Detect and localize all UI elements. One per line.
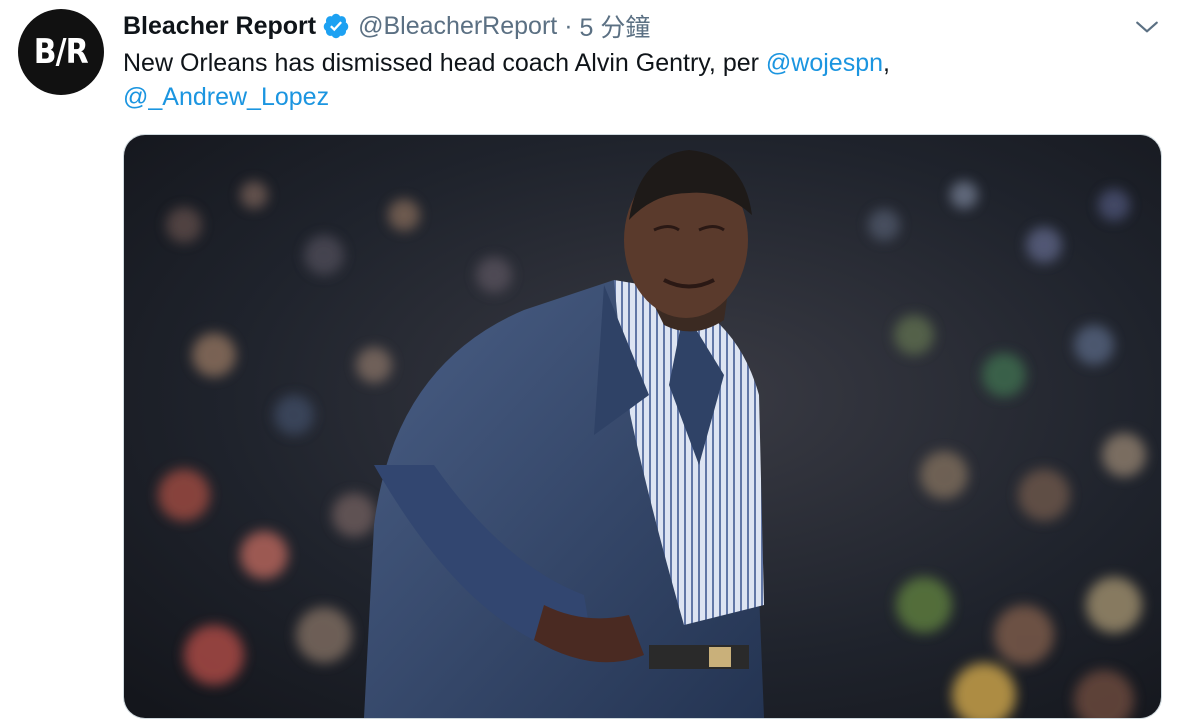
meta-separator: ·: [564, 11, 573, 40]
mention-link-wojespn[interactable]: @wojespn: [766, 49, 883, 77]
tweet-text-comma: ,: [883, 49, 890, 77]
chevron-down-icon[interactable]: [1134, 14, 1160, 40]
tweet-photo[interactable]: [123, 134, 1162, 719]
avatar[interactable]: B/R: [18, 9, 104, 95]
tweet-header: Bleacher Report @BleacherReport · 5 分鐘: [123, 8, 650, 44]
author-display-name[interactable]: Bleacher Report: [123, 12, 316, 41]
mention-link-andrew-lopez[interactable]: @_Andrew_Lopez: [123, 83, 329, 111]
verified-badge-icon: [323, 13, 349, 39]
tweet-text-body: New Orleans has dismissed head coach Alv…: [123, 49, 766, 77]
tweet-timestamp[interactable]: 5 分鐘: [580, 8, 651, 44]
tweet-text: New Orleans has dismissed head coach Alv…: [123, 46, 1143, 114]
tweet: B/R Bleacher Report @BleacherReport · 5 …: [0, 0, 1182, 725]
photo-coach-on-court: [124, 135, 1161, 718]
avatar-logo-text: B/R: [33, 32, 89, 72]
author-handle[interactable]: @BleacherReport: [358, 12, 557, 41]
